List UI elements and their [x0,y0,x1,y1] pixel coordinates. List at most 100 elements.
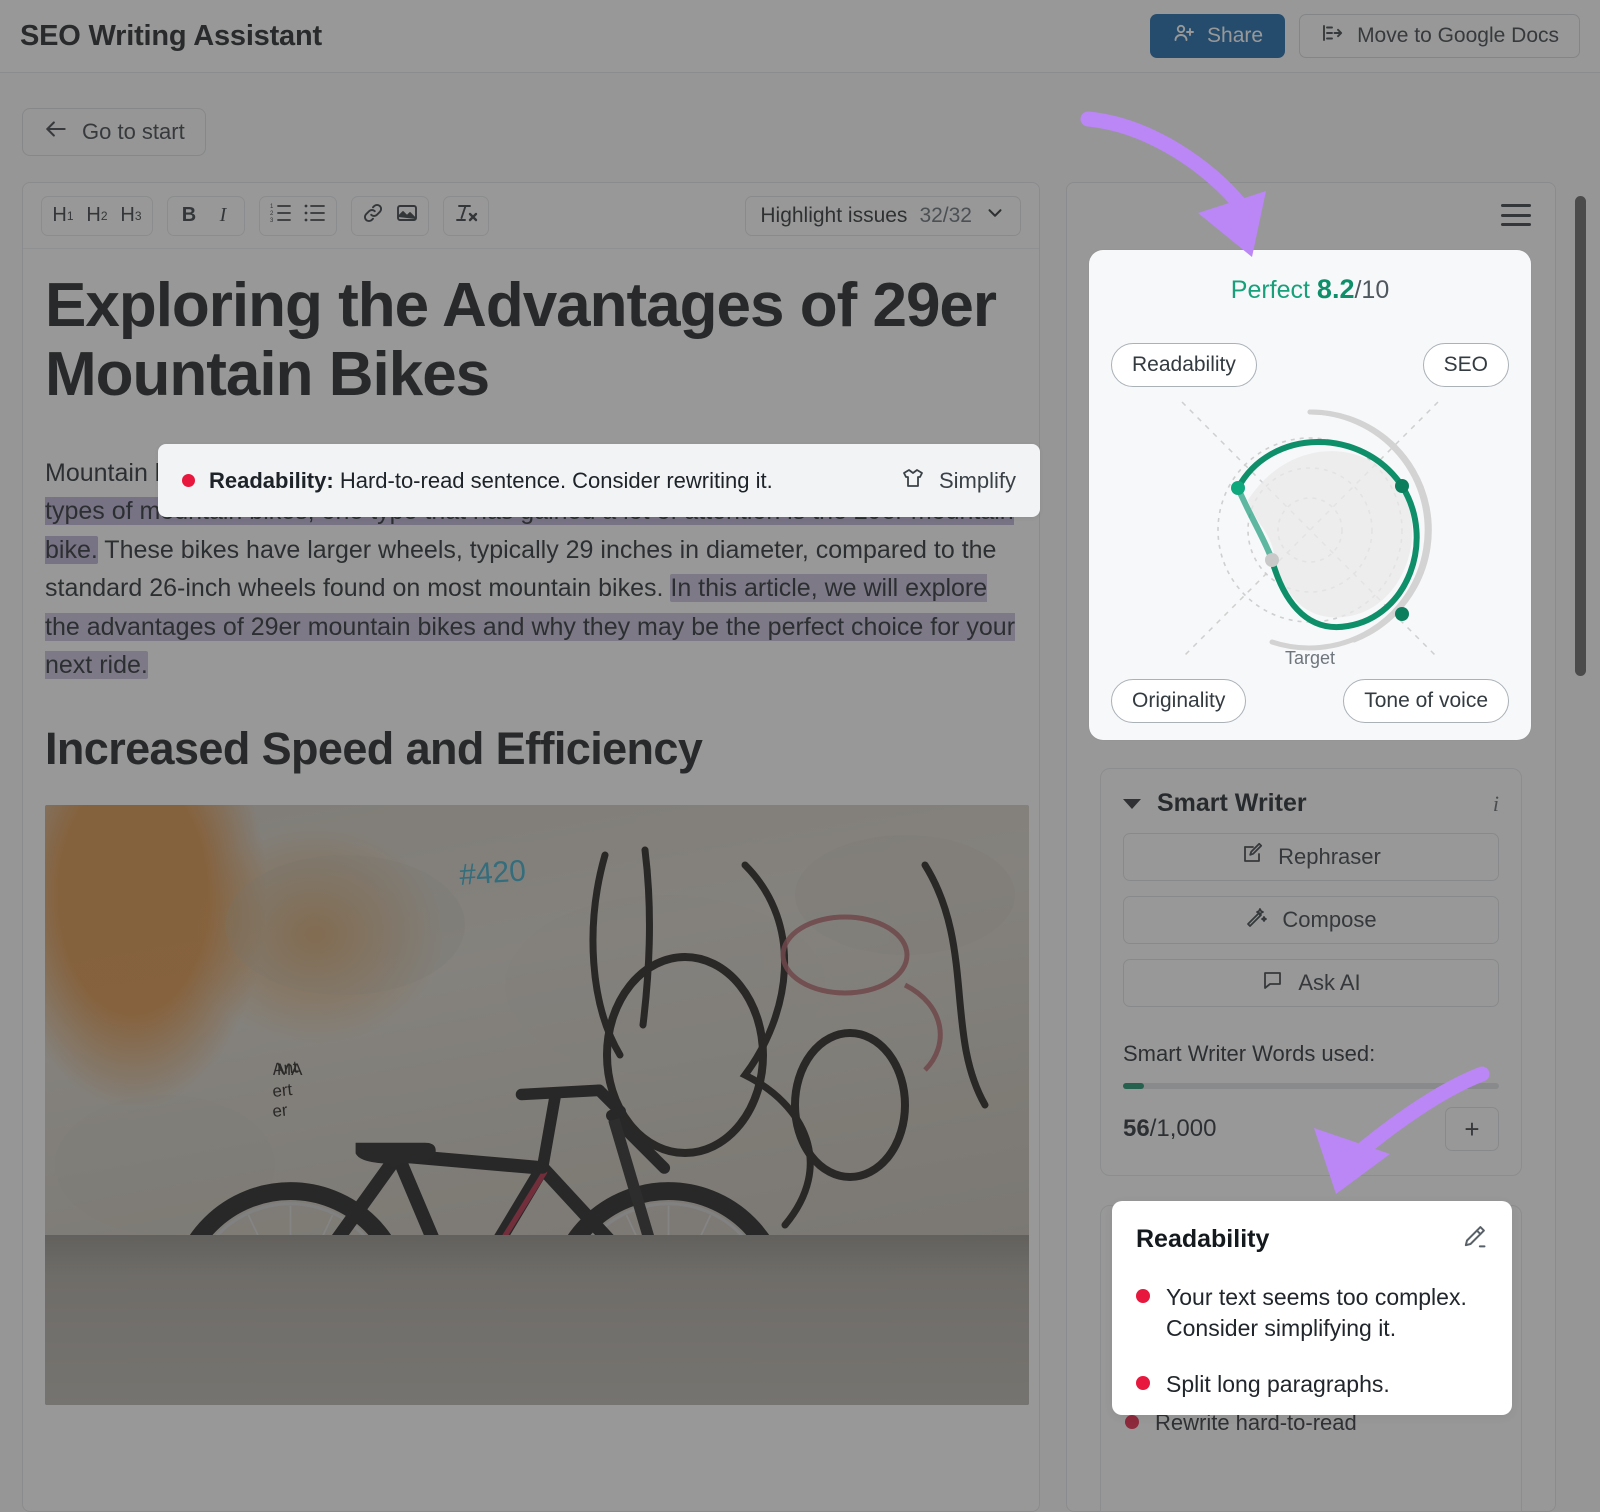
text-style-group: B I [167,196,245,236]
highlight-issues-count: 32/32 [919,204,972,228]
top-bar-actions: Share Move to Google Docs [1150,14,1580,58]
ordered-list-icon: 1 2 3 [269,202,293,230]
magic-wand-icon [1245,905,1269,935]
svg-text:3: 3 [270,218,274,224]
highlight-issues-dropdown[interactable]: Highlight issues 32/32 [745,196,1021,236]
radar-point-readability [1231,481,1245,495]
app-root: SEO Writing Assistant Share Move to Goo [0,0,1600,1512]
readability-tooltip-text: Readability: Hard-to-read sentence. Cons… [209,468,773,494]
document-heading-2: Increased Speed and Efficiency [45,723,1017,775]
svg-text:er: er [271,1100,288,1121]
smart-writer-usage-row: 56/1,000 + [1123,1107,1499,1151]
highlight-issues-label: Highlight issues [760,204,907,228]
smart-writer-words-label: Smart Writer Words used: [1123,1041,1499,1067]
svg-text:ert: ert [271,1080,293,1101]
go-to-start-button[interactable]: Go to start [22,108,206,156]
score-prefix: Perfect [1231,276,1310,304]
score-card: Perfect 8.2/10 Readability SEO Originali… [1089,250,1531,740]
bold-button[interactable]: B [172,199,206,233]
clear-format-icon [453,201,479,231]
readability-item-2-label: Split long paragraphs. [1166,1369,1390,1400]
smart-writer-title: Smart Writer [1157,789,1307,818]
move-to-google-docs-button[interactable]: Move to Google Docs [1299,14,1580,58]
svg-text:MA: MA [277,1060,303,1079]
ordered-list-button[interactable]: 1 2 3 [264,199,298,233]
readability-item-1: Your text seems too complex. Consider si… [1136,1282,1488,1343]
readability-bullet-icon [1136,1289,1150,1303]
smart-writer-header[interactable]: Smart Writer i [1123,789,1499,818]
italic-button[interactable]: I [206,199,240,233]
h2-button[interactable]: H2 [80,199,114,233]
chat-bubble-icon [1261,968,1285,998]
clear-format-group [443,196,489,236]
pavement [45,1235,1029,1405]
svg-text:1: 1 [270,204,274,210]
readability-inline-tooltip: Readability: Hard-to-read sentence. Cons… [158,444,1040,517]
smart-writer-panel: Smart Writer i Rephraser Compose [1100,768,1522,1176]
top-bar: SEO Writing Assistant Share Move to Goo [0,0,1600,73]
bullet-list-button[interactable] [298,199,332,233]
issue-bullet-icon [1125,1415,1139,1429]
score-radar-chart [1145,380,1475,685]
ask-ai-label: Ask AI [1298,970,1360,996]
insert-group [351,196,429,236]
bullet-list-icon [303,202,327,230]
h2-subscript: 2 [101,209,108,223]
hamburger-menu-icon[interactable] [1501,204,1531,226]
editor-pane: H1 H2 H3 B I 1 2 3 [22,182,1040,1512]
document-body[interactable]: Exploring the Advantages of 29er Mountai… [23,249,1039,1405]
radar-point-originality [1265,553,1279,567]
rephraser-label: Rephraser [1278,844,1381,870]
image-icon [395,201,419,231]
pill-originality[interactable]: Originality [1111,679,1246,723]
info-icon[interactable]: i [1493,791,1499,817]
list-group: 1 2 3 [259,196,337,236]
editor-toolbar: H1 H2 H3 B I 1 2 3 [23,183,1039,249]
readability-bullet-icon [1136,1376,1150,1390]
pill-tone-of-voice[interactable]: Tone of voice [1343,679,1509,723]
smart-writer-usage: 56/1,000 [1123,1115,1216,1143]
readability-card: Readability Your text seems too complex.… [1112,1201,1512,1415]
add-words-button[interactable]: + [1445,1107,1499,1151]
radar-point-tone [1395,607,1409,621]
page-scrollbar[interactable] [1575,196,1586,1512]
scrollbar-thumb[interactable] [1575,196,1586,676]
h1-button[interactable]: H1 [46,199,80,233]
h3-button[interactable]: H3 [114,199,148,233]
page-title: SEO Writing Assistant [20,20,322,53]
ask-ai-button[interactable]: Ask AI [1123,959,1499,1007]
compose-label: Compose [1282,907,1376,933]
go-to-start-label: Go to start [82,119,185,145]
document-image[interactable]: Ant ert er MA #420 [45,805,1029,1405]
move-to-docs-label: Move to Google Docs [1357,24,1559,48]
magic-shirt-icon [901,466,927,496]
overall-score: Perfect 8.2/10 [1231,274,1389,305]
share-button[interactable]: Share [1150,14,1285,58]
rephraser-button[interactable]: Rephraser [1123,833,1499,881]
smart-writer-words-used: 56 [1123,1115,1150,1142]
image-button[interactable] [390,199,424,233]
chevron-down-icon[interactable] [1123,799,1141,809]
link-button[interactable] [356,199,390,233]
readability-item-1-label: Your text seems too complex. Consider si… [1166,1282,1488,1343]
readability-item-2: Split long paragraphs. [1136,1369,1488,1400]
simplify-button[interactable]: Simplify [901,466,1016,496]
score-denominator: /10 [1354,276,1389,304]
move-to-docs-icon [1320,21,1344,51]
h1-subscript: 1 [67,209,74,223]
h3-subscript: 3 [135,209,142,223]
heading-group: H1 H2 H3 [41,196,153,236]
clear-formatting-button[interactable] [448,199,484,233]
pencil-icon[interactable] [1460,1223,1488,1256]
simplify-label: Simplify [939,468,1016,494]
readability-card-title: Readability [1136,1225,1269,1254]
compose-button[interactable]: Compose [1123,896,1499,944]
document-title: Exploring the Advantages of 29er Mountai… [45,271,1017,410]
readability-card-header: Readability [1136,1223,1488,1256]
smart-writer-words-total: /1,000 [1150,1115,1217,1142]
readability-tooltip-message: Hard-to-read sentence. Consider rewritin… [340,468,773,493]
user-plus-icon [1172,21,1196,51]
readability-issue-dot-icon [182,474,195,487]
smart-writer-progress-fill [1123,1083,1144,1089]
readability-tooltip-label: Readability: [209,468,334,493]
